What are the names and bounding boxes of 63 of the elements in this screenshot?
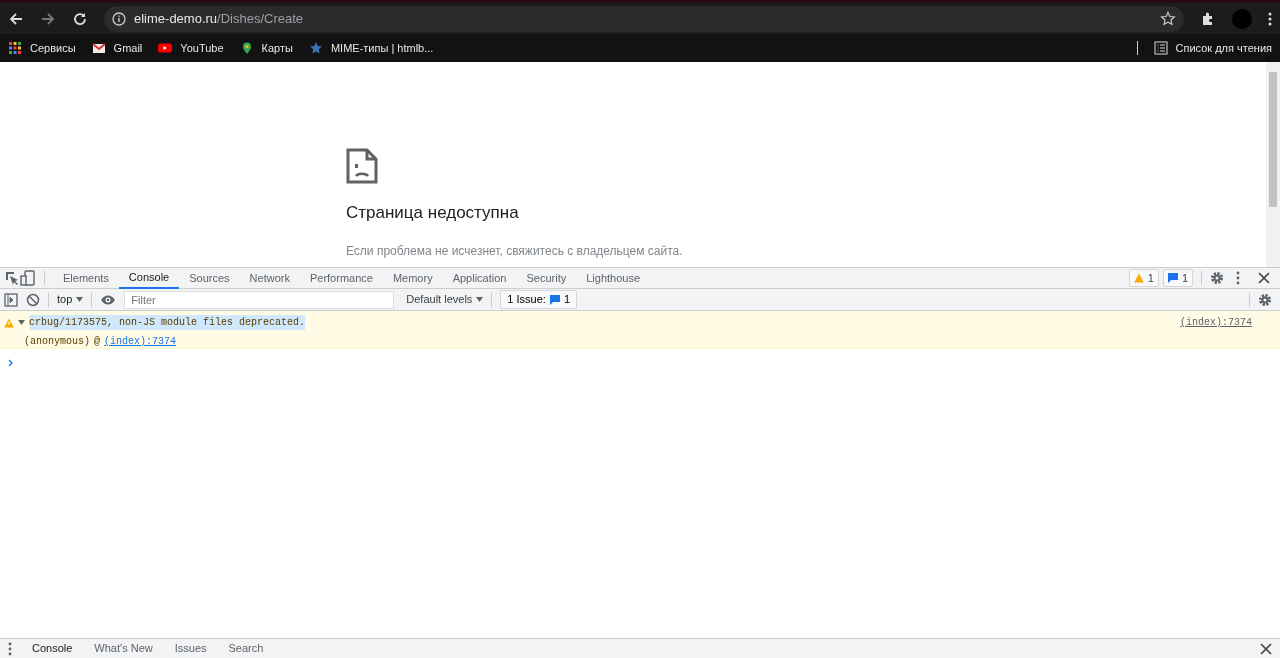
chat-icon <box>1167 273 1178 283</box>
bookmark-link[interactable]: MIME-типы | htmlb... <box>308 39 434 57</box>
menu-icon[interactable] <box>1268 10 1272 27</box>
sad-page-icon <box>346 148 378 184</box>
caret-icon <box>476 297 484 302</box>
drawer-tab[interactable]: Console <box>24 640 81 657</box>
reload-icon[interactable] <box>72 10 88 27</box>
sidebar-toggle-icon[interactable] <box>4 292 18 307</box>
forward-icon[interactable] <box>40 10 56 27</box>
disclosure-triangle-icon[interactable] <box>18 319 25 326</box>
star-icon[interactable] <box>1160 10 1176 27</box>
stack-function: (anonymous) <box>24 335 90 349</box>
devtools-tab[interactable]: Security <box>516 267 577 289</box>
stack-link[interactable]: (index):7374 <box>104 334 177 349</box>
at-sign: @ <box>94 335 101 349</box>
levels-dropdown[interactable]: Default levels <box>406 291 484 308</box>
warning-icon <box>4 317 14 328</box>
error-message: Если проблема не исчезнет, свяжитесь с владельцем сайта. <box>346 242 684 260</box>
scrollbar[interactable] <box>1266 62 1280 267</box>
caret-icon <box>76 297 84 302</box>
back-icon[interactable] <box>8 10 24 27</box>
warning-count[interactable]: 1 <box>1128 268 1159 288</box>
info-icon <box>112 11 126 26</box>
devtools-tab[interactable]: Lighthouse <box>576 267 651 289</box>
issues-button[interactable]: 1 Issue: 1 <box>500 290 577 309</box>
drawer-tab[interactable]: Issues <box>166 640 215 657</box>
bookmark-link[interactable]: YouTube <box>158 39 224 57</box>
chat-icon <box>549 294 560 305</box>
message-count[interactable]: 1 <box>1162 268 1193 288</box>
devtools-tab[interactable]: Performance <box>299 267 383 289</box>
more-icon[interactable] <box>1236 271 1240 285</box>
reading-list-button[interactable]: Список для чтения <box>1153 39 1272 57</box>
source-link[interactable]: (index):7374 <box>1180 315 1252 330</box>
list-icon <box>1153 41 1168 55</box>
devtools-tab[interactable]: Application <box>442 267 517 289</box>
prompt-chevron-icon[interactable] <box>8 358 14 367</box>
settings-icon[interactable] <box>1258 292 1272 307</box>
star-icon <box>308 41 323 55</box>
filter-field[interactable]: Filter <box>124 290 395 309</box>
devtools-tab[interactable]: Elements <box>53 267 119 289</box>
bookmark-link[interactable]: Gmail <box>91 39 143 57</box>
device-icon[interactable] <box>20 270 36 286</box>
drawer-tab[interactable]: Search <box>220 640 272 657</box>
devtools-tab[interactable]: Sources <box>179 267 240 289</box>
more-icon[interactable] <box>8 641 12 656</box>
close-icon[interactable] <box>1258 272 1270 284</box>
devtools-tab[interactable]: Network <box>239 267 300 289</box>
bookmark-link[interactable]: Сервисы <box>8 39 76 57</box>
warning-icon <box>1133 273 1144 283</box>
play-icon <box>158 41 173 55</box>
context-dropdown[interactable]: top <box>57 291 84 308</box>
close-icon[interactable] <box>1260 642 1272 655</box>
inspect-icon[interactable] <box>4 270 20 286</box>
apps-grid-icon <box>8 41 22 55</box>
envelope-icon <box>91 41 106 55</box>
message-text: crbug/1173575, non-JS module files deprecated. <box>29 315 306 330</box>
drawer-tab[interactable]: What's New <box>86 640 161 657</box>
page-heading: Страница недоступна <box>346 202 520 224</box>
bookmark-link[interactable]: Карты <box>239 39 293 57</box>
devtools-tab[interactable]: Memory <box>382 267 443 289</box>
settings-icon[interactable] <box>1210 271 1224 285</box>
clear-icon[interactable] <box>26 292 40 307</box>
eye-icon[interactable] <box>100 293 117 306</box>
